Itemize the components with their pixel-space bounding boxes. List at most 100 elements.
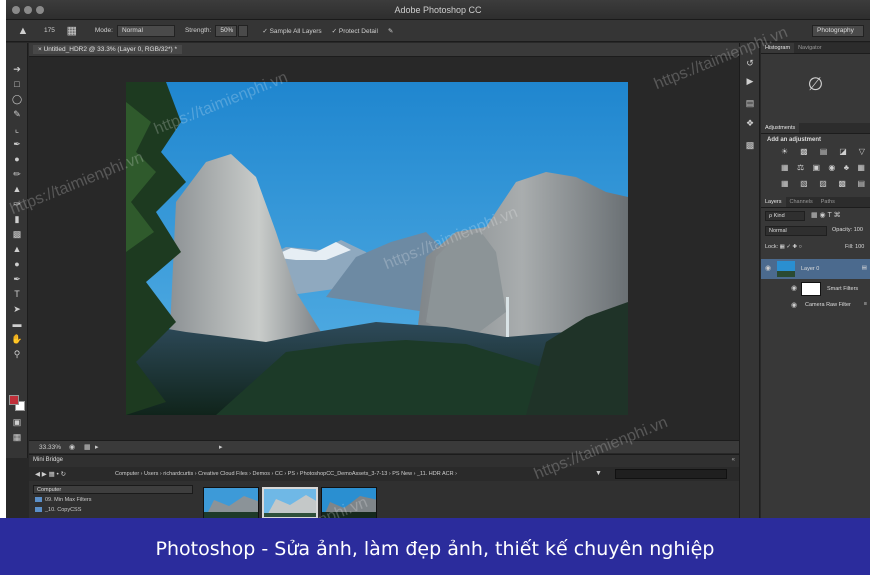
mini-bridge-search[interactable] <box>615 469 727 479</box>
document-tab[interactable]: × Untitled_HDR2 @ 33.3% (Layer 0, RGB/32… <box>33 45 183 54</box>
invert-icon[interactable]: ▦ <box>781 179 789 188</box>
mode-label: Mode: <box>94 27 113 34</box>
lasso-tool-icon[interactable]: ◯ <box>9 93 25 106</box>
zoom-tool-icon[interactable]: ⚲ <box>9 348 25 361</box>
timing-icon[interactable]: ◉ <box>69 443 75 451</box>
collapse-panel-icon[interactable]: « <box>732 457 735 463</box>
layer-filter-icons[interactable]: ▦ ◉ T ⌘ <box>811 211 870 219</box>
history-brush-tool-icon[interactable]: ✑ <box>9 198 25 211</box>
path-selection-tool-icon[interactable]: ➤ <box>9 303 25 316</box>
brush-panel-icon[interactable]: ▦ <box>65 24 79 38</box>
info-panel-icon[interactable]: ❖ <box>743 117 757 130</box>
doc-info-icon[interactable]: ▦ <box>84 443 91 451</box>
screen-mode-icon[interactable]: ▦ <box>9 431 25 444</box>
visibility-eye-icon[interactable]: ◉ <box>791 284 797 292</box>
vibrance-icon[interactable]: ▽ <box>859 147 865 156</box>
landscape-photo[interactable] <box>126 82 628 415</box>
protect-detail-checkbox[interactable]: ✓ Protect Detail <box>332 27 378 35</box>
folder-icon <box>35 497 42 503</box>
status-menu-icon[interactable]: ▸ <box>95 443 99 451</box>
thumbnail[interactable] <box>321 487 377 518</box>
strength-value: 50% <box>220 26 234 34</box>
eraser-tool-icon[interactable]: ▮ <box>9 213 25 226</box>
black-white-icon[interactable]: ▣ <box>812 163 820 172</box>
layer-comps-icon[interactable]: ▩ <box>743 139 757 152</box>
tab-paths[interactable]: Paths <box>817 197 839 207</box>
scroll-arrow-icon[interactable]: ▸ <box>219 443 223 451</box>
properties-panel-icon[interactable]: ▤ <box>743 97 757 110</box>
smart-filters-row[interactable]: ◉ Smart Filters <box>761 281 870 297</box>
healing-brush-tool-icon[interactable]: ● <box>9 153 25 166</box>
back-forward-icons[interactable]: ◀ ▶ ▦ • ↻ <box>35 470 66 478</box>
blur-tool-icon[interactable]: ▲ <box>9 243 25 256</box>
canvas-area[interactable] <box>29 58 739 440</box>
hue-saturation-icon[interactable]: ▦ <box>781 163 789 172</box>
layer-kind-filter[interactable]: ρ Kind <box>765 211 805 221</box>
filter-options-icon[interactable]: ≡ <box>864 301 867 307</box>
posterize-icon[interactable]: ▧ <box>800 179 808 188</box>
folder-item[interactable]: 09. Min Max Filters <box>35 497 91 503</box>
rectangle-tool-icon[interactable]: ▬ <box>9 318 25 331</box>
pen-tool-icon[interactable]: ✒ <box>9 273 25 286</box>
levels-icon[interactable]: ▩ <box>800 147 808 156</box>
sponge-tool-icon[interactable]: ▲ <box>16 24 30 38</box>
source-value: Computer <box>37 487 62 493</box>
gradient-tool-icon[interactable]: ▩ <box>9 228 25 241</box>
hand-tool-icon[interactable]: ✋ <box>9 333 25 346</box>
blend-mode-value: Normal <box>769 228 787 234</box>
tab-adjustments[interactable]: Adjustments <box>761 123 800 133</box>
brush-size-preset[interactable]: 175 <box>44 27 55 34</box>
opacity-control[interactable]: Opacity: 100 <box>832 227 870 233</box>
color-lookup-icon[interactable]: ▦ <box>857 163 865 172</box>
yosemite-valley-image <box>126 82 628 415</box>
tab-layers[interactable]: Layers <box>761 197 786 207</box>
color-balance-icon[interactable]: ⚖ <box>797 163 804 172</box>
blend-mode-select[interactable]: Normal <box>765 226 827 236</box>
photo-filter-icon[interactable]: ◉ <box>828 163 835 172</box>
layers-tabs: Layers Channels Paths <box>761 197 870 208</box>
exposure-icon[interactable]: ◪ <box>839 147 847 156</box>
foreground-color-swatch-top[interactable] <box>9 395 19 405</box>
history-panel-icon[interactable]: ↺ <box>743 57 757 70</box>
eyedropper-tool-icon[interactable]: ✒ <box>9 138 25 151</box>
actions-panel-icon[interactable]: ▶ <box>743 75 757 88</box>
visibility-eye-icon[interactable]: ◉ <box>765 264 771 272</box>
workspace-select[interactable]: Photography <box>812 25 864 37</box>
filter-icon[interactable]: ▼ <box>595 470 602 477</box>
thumbnail-selected[interactable] <box>262 487 318 518</box>
tab-navigator[interactable]: Navigator <box>794 43 826 53</box>
move-tool-icon[interactable]: ➔ <box>9 63 25 76</box>
selective-color-icon[interactable]: ▤ <box>857 179 865 188</box>
folder-item[interactable]: _10. CopyCSS <box>35 507 81 513</box>
clone-stamp-tool-icon[interactable]: ▲ <box>9 183 25 196</box>
camera-raw-filter-row[interactable]: ◉ Camera Raw Filter ≡ <box>761 299 870 311</box>
brush-size-value: 175 <box>44 27 55 34</box>
marquee-tool-icon[interactable]: □ <box>9 78 25 91</box>
threshold-icon[interactable]: ▨ <box>819 179 827 188</box>
tab-histogram[interactable]: Histogram <box>761 43 795 53</box>
crop-tool-icon[interactable]: ⌞ <box>9 123 25 136</box>
quick-select-tool-icon[interactable]: ✎ <box>9 108 25 121</box>
type-tool-icon[interactable]: T <box>9 288 25 301</box>
brightness-contrast-icon[interactable]: ☀ <box>781 147 788 156</box>
dodge-tool-icon[interactable]: ● <box>9 258 25 271</box>
gradient-map-icon[interactable]: ▩ <box>838 179 846 188</box>
mode-select[interactable]: Normal <box>116 24 175 37</box>
brush-tool-icon[interactable]: ✏ <box>9 168 25 181</box>
pressure-icon[interactable]: ✎ <box>388 27 393 35</box>
thumbnail[interactable] <box>203 487 259 518</box>
strength-input[interactable]: 50% <box>215 24 238 37</box>
visibility-eye-icon[interactable]: ◉ <box>791 301 797 309</box>
channel-mixer-icon[interactable]: ♣ <box>844 163 849 172</box>
fill-control[interactable]: Fill: 100 <box>845 244 870 250</box>
strength-dropdown-icon[interactable] <box>238 24 249 37</box>
quick-mask-icon[interactable]: ▣ <box>9 416 25 429</box>
curves-icon[interactable]: ▤ <box>820 147 828 156</box>
source-select[interactable]: Computer <box>33 485 193 494</box>
layer-name: Layer 0 <box>801 266 820 272</box>
tab-channels[interactable]: Channels <box>786 197 817 207</box>
sample-all-layers-checkbox[interactable]: ✓ Sample All Layers <box>262 27 321 35</box>
layer-row-selected[interactable]: ◉ Layer 0 ▤ <box>761 259 870 279</box>
zoom-level[interactable]: 33.33% <box>39 444 61 451</box>
path-breadcrumb[interactable]: Computer › Users › richardcurtis › Creat… <box>115 471 457 477</box>
